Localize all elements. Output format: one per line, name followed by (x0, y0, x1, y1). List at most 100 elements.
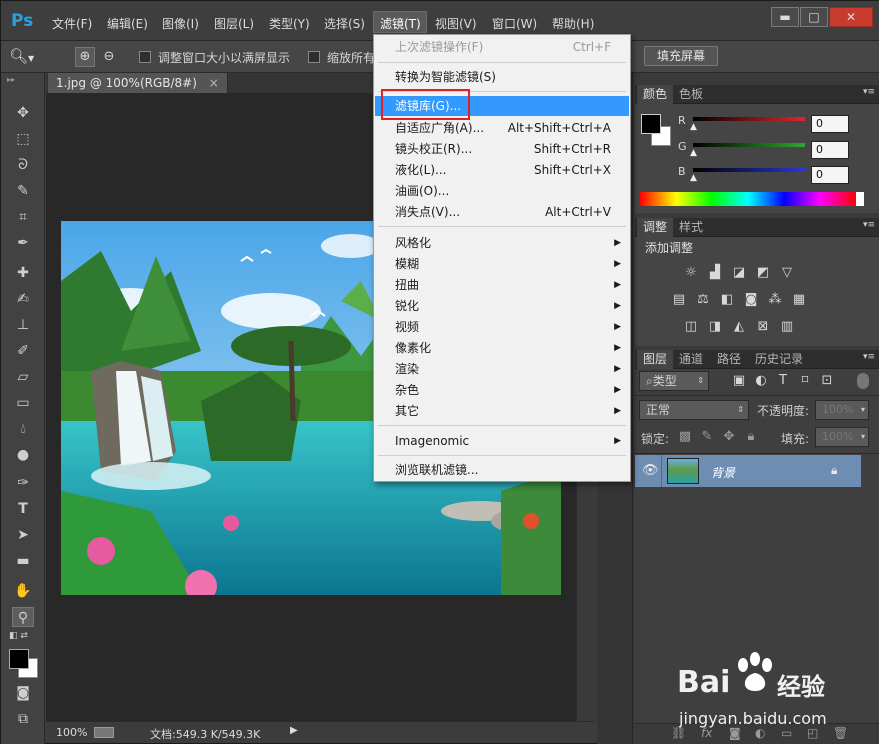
maximize-button[interactable]: □ (800, 7, 828, 27)
close-button[interactable]: ✕ (829, 7, 873, 27)
zoom-tool-preset-icon[interactable]: 🔍︎▼ (9, 45, 41, 67)
menu-type[interactable]: 类型(Y) (269, 15, 310, 32)
blur-tool-icon[interactable]: 💧︎ (12, 419, 34, 439)
menu-stylize[interactable]: 风格化 ▶ (375, 233, 629, 253)
menu-image[interactable]: 图像(I) (162, 15, 199, 32)
fill-field[interactable]: 100% ▾ (815, 427, 869, 447)
layer-row[interactable]: 👁︎ 背景 🔒︎ (635, 455, 861, 487)
tab-styles[interactable]: 样式 (673, 218, 709, 237)
eyedropper-tool-icon[interactable]: ✒ (12, 233, 34, 253)
tab-swatches[interactable]: 色板 (673, 85, 709, 104)
tab-adjustments[interactable]: 调整 (637, 218, 674, 237)
minimize-button[interactable]: ▬ (771, 7, 799, 27)
marquee-tool-icon[interactable]: ⬚ (12, 129, 34, 149)
history-brush-tool-icon[interactable]: ✐ (12, 341, 34, 361)
filter-pixel-icon[interactable]: ▣ (731, 373, 747, 389)
type-tool-icon[interactable]: T (12, 499, 34, 519)
vibrance-icon[interactable]: ▽ (779, 265, 795, 281)
menu-adaptive-wide-angle[interactable]: 自适应广角(A)... Alt+Shift+Ctrl+A (375, 118, 629, 138)
lock-position-icon[interactable]: ✥ (721, 429, 737, 445)
zoom-tool-icon[interactable]: ⚲ (12, 607, 34, 627)
quick-mask-icon[interactable]: ◙ (12, 683, 34, 703)
hue-saturation-icon[interactable]: ▤ (671, 292, 687, 308)
channel-b-value[interactable]: 0 (811, 166, 849, 184)
channel-b-slider[interactable] (693, 168, 805, 172)
color-spectrum-bar[interactable] (640, 192, 856, 206)
menu-convert-smart-filter[interactable]: 转换为智能滤镜(S) (375, 67, 629, 87)
tab-paths[interactable]: 路径 (711, 350, 747, 369)
black-white-icon[interactable]: ◧ (719, 292, 735, 308)
layer-filter-kind-select[interactable]: ⌕类型 ⇕ (639, 371, 709, 391)
menu-layer[interactable]: 图层(L) (214, 15, 254, 32)
document-tab[interactable]: 1.jpg @ 100%(RGB/8#) × (48, 73, 228, 93)
filter-shape-icon[interactable]: ⌑ (797, 373, 813, 389)
photo-filter-icon[interactable]: ◙ (743, 292, 759, 308)
tab-layers[interactable]: 图层 (637, 350, 674, 369)
fill-screen-button[interactable]: 填充屏幕 (644, 46, 718, 66)
menu-other[interactable]: 其它 ▶ (375, 401, 629, 421)
channel-r-value[interactable]: 0 (811, 115, 849, 133)
tab-color[interactable]: 颜色 (637, 85, 674, 104)
screen-mode-icon[interactable]: ⧉ (12, 709, 34, 729)
menu-blur[interactable]: 模糊 ▶ (375, 254, 629, 274)
crop-tool-icon[interactable]: ⌗ (12, 207, 34, 227)
channel-g-slider[interactable] (693, 143, 805, 147)
lock-pixels-icon[interactable]: ✎ (699, 429, 715, 445)
menu-liquify[interactable]: 液化(L)... Shift+Ctrl+X (375, 160, 629, 180)
zoom-level[interactable]: 100% (56, 726, 87, 739)
menu-last-filter[interactable]: 上次滤镜操作(F) Ctrl+F (375, 37, 629, 57)
lock-all-icon[interactable]: 🔒︎ (743, 429, 759, 445)
path-select-tool-icon[interactable]: ➤ (12, 525, 34, 545)
channel-mixer-icon[interactable]: ⁂ (767, 292, 783, 308)
curves-icon[interactable]: ◪ (731, 265, 747, 281)
menu-select[interactable]: 选择(S) (324, 15, 365, 32)
default-colors-icon[interactable]: ◧ ⇄ (9, 631, 28, 641)
menu-pixelate[interactable]: 像素化 ▶ (375, 338, 629, 358)
menu-view[interactable]: 视图(V) (435, 15, 477, 32)
menu-sharpen[interactable]: 锐化 ▶ (375, 296, 629, 316)
gradient-tool-icon[interactable]: ▭ (12, 393, 34, 413)
zoom-out-icon[interactable]: ⊖ (99, 47, 119, 67)
channel-g-value[interactable]: 0 (811, 141, 849, 159)
foreground-color-swatch[interactable] (9, 649, 29, 669)
menu-help[interactable]: 帮助(H) (552, 15, 594, 32)
tab-close-icon[interactable]: × (209, 76, 219, 90)
color-balance-icon[interactable]: ⚖ (695, 292, 711, 308)
pen-tool-icon[interactable]: ✑ (12, 473, 34, 493)
hand-tool-icon[interactable]: ✋ (12, 581, 34, 601)
quick-select-tool-icon[interactable]: ✎ (12, 181, 34, 201)
exposure-icon[interactable]: ◩ (755, 265, 771, 281)
menu-vanishing-point[interactable]: 消失点(V)... Alt+Ctrl+V (375, 202, 629, 222)
menu-filter[interactable]: 滤镜(T) (380, 15, 421, 32)
healing-brush-tool-icon[interactable]: ✚ (12, 263, 34, 283)
collapse-arrows-icon[interactable]: ▸▸ (7, 75, 15, 84)
menu-imagenomic[interactable]: Imagenomic ▶ (375, 431, 629, 451)
posterize-icon[interactable]: ◨ (707, 319, 723, 335)
panel-menu-icon[interactable]: ▾≡ (863, 220, 875, 230)
status-menu-arrow-icon[interactable]: ▶ (290, 725, 298, 736)
menu-noise[interactable]: 杂色 ▶ (375, 380, 629, 400)
filter-toggle-switch[interactable] (857, 373, 869, 389)
clone-stamp-tool-icon[interactable]: ⊥ (12, 315, 34, 335)
channel-r-slider[interactable] (693, 117, 805, 121)
dodge-tool-icon[interactable]: ● (12, 445, 34, 465)
eraser-tool-icon[interactable]: ▱ (12, 367, 34, 387)
move-tool-icon[interactable]: ✥ (12, 103, 34, 123)
menu-window[interactable]: 窗口(W) (492, 15, 537, 32)
menu-edit[interactable]: 编辑(E) (107, 15, 148, 32)
color-lookup-icon[interactable]: ▦ (791, 292, 807, 308)
panel-menu-icon[interactable]: ▾≡ (863, 352, 875, 362)
threshold-icon[interactable]: ◭ (731, 319, 747, 335)
resize-windows-checkbox[interactable] (139, 51, 151, 63)
zoom-in-icon[interactable]: ⊕ (75, 47, 95, 67)
menu-distort[interactable]: 扭曲 ▶ (375, 275, 629, 295)
menu-oil-paint[interactable]: 油画(O)... (375, 181, 629, 201)
levels-icon[interactable]: ▟ (707, 265, 723, 281)
channel-g-handle-icon[interactable]: ▲ (690, 148, 697, 158)
channel-r-handle-icon[interactable]: ▲ (690, 122, 697, 132)
eye-icon[interactable]: 👁︎ (642, 463, 659, 478)
selective-color-icon[interactable]: ⊠ (755, 319, 771, 335)
opacity-field[interactable]: 100% ▾ (815, 400, 869, 420)
menu-file[interactable]: 文件(F) (52, 15, 92, 32)
tab-channels[interactable]: 通道 (673, 350, 709, 369)
